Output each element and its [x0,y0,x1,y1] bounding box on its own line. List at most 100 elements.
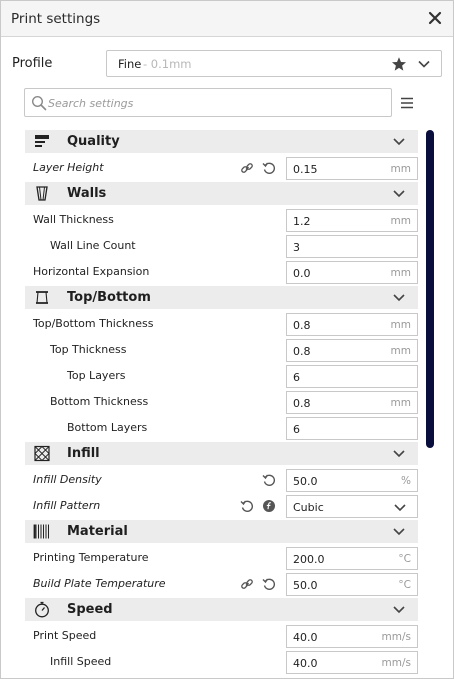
bottom-layers-input[interactable]: 6 [286,417,418,440]
setting-label: Infill Pattern [33,499,101,512]
category-title: Walls [67,186,107,201]
input-unit: °C [398,553,411,565]
chevron-down-icon [393,450,405,458]
top-layers-input[interactable]: 6 [286,365,418,388]
category-top-bottom[interactable]: Top/Bottom [25,286,418,309]
input-value: 50.0 [293,579,318,592]
setting-label: Horizontal Expansion [33,265,150,278]
profile-dropdown[interactable]: Fine - 0.1mm [106,50,442,77]
chevron-down-icon [394,504,406,512]
category-title: Infill [67,446,100,461]
category-title: Top/Bottom [67,290,151,305]
setting-label: Bottom Layers [67,421,148,434]
input-value: 6 [293,371,300,384]
material-icon [33,524,49,539]
setting-label: Layer Height [33,161,104,174]
category-material[interactable]: Material [25,520,418,543]
input-unit: mm/s [381,631,411,643]
setting-row-print-speed: Print Speed 40.0 mm/s [25,623,418,649]
dropdown-value: Cubic [293,501,324,514]
input-value: 50.0 [293,475,318,488]
input-unit: % [401,475,411,487]
wall-thickness-input[interactable]: 1.2 mm [286,209,418,232]
link-icon[interactable] [240,161,254,175]
setting-row-infill-density: Infill Density 50.0 % [25,467,418,493]
reset-icon[interactable] [262,577,276,591]
input-unit: °C [398,579,411,591]
setting-row-wall-line-count: Wall Line Count 3 [25,233,418,259]
setting-row-top-layers: Top Layers 6 [25,363,418,389]
input-value: 40.0 [293,631,318,644]
title-bar: Print settings [1,1,453,37]
layer-height-input[interactable]: 0.15 mm [286,157,418,180]
infill-density-input[interactable]: 50.0 % [286,469,418,492]
category-title: Speed [67,602,113,617]
input-unit: mm [390,345,411,357]
input-value: 200.0 [293,553,325,566]
reset-icon[interactable] [240,499,254,513]
formula-icon[interactable] [262,499,276,513]
build-plate-temperature-input[interactable]: 50.0 °C [286,573,418,596]
speed-icon [35,601,49,618]
category-speed[interactable]: Speed [25,598,418,621]
search-input[interactable]: Search settings [24,88,392,117]
top-thickness-input[interactable]: 0.8 mm [286,339,418,362]
printing-temperature-input[interactable]: 200.0 °C [286,547,418,570]
topbottom-thickness-input[interactable]: 0.8 mm [286,313,418,336]
setting-label: Wall Thickness [33,213,114,226]
chevron-down-icon [393,528,405,536]
bottom-thickness-input[interactable]: 0.8 mm [286,391,418,414]
search-placeholder: Search settings [48,97,134,110]
setting-label: Infill Density [33,473,102,486]
category-walls[interactable]: Walls [25,182,418,205]
chevron-down-icon [393,190,405,198]
setting-row-printing-temperature: Printing Temperature 200.0 °C [25,545,418,571]
category-title: Quality [67,134,120,149]
input-unit: mm [390,267,411,279]
input-value: 6 [293,423,300,436]
category-infill[interactable]: Infill [25,442,418,465]
input-unit: mm/s [381,657,411,669]
infill-icon [34,445,50,462]
profile-detail: - 0.1mm [143,57,192,71]
infill-speed-input[interactable]: 40.0 mm/s [286,651,418,674]
wall-line-count-input[interactable]: 3 [286,235,418,258]
input-value: 3 [293,241,300,254]
print-speed-input[interactable]: 40.0 mm/s [286,625,418,648]
input-value: 0.8 [293,397,311,410]
reset-icon[interactable] [262,161,276,175]
close-icon[interactable] [427,10,443,26]
setting-row-bottom-thickness: Bottom Thickness 0.8 mm [25,389,418,415]
link-icon[interactable] [240,577,254,591]
input-value: 0.0 [293,267,311,280]
input-value: 0.15 [293,163,318,176]
chevron-down-icon [393,294,405,302]
input-value: 0.8 [293,319,311,332]
window-title: Print settings [11,11,101,27]
star-icon[interactable] [391,56,407,72]
horizontal-expansion-input[interactable]: 0.0 mm [286,261,418,284]
profile-name: Fine [118,57,142,71]
walls-icon [36,186,48,201]
infill-pattern-dropdown[interactable]: Cubic [286,495,418,518]
category-quality[interactable]: Quality [25,130,418,153]
input-value: 0.8 [293,345,311,358]
input-value: 1.2 [293,215,311,228]
hamburger-menu-icon[interactable] [400,97,414,109]
setting-label: Build Plate Temperature [33,577,166,590]
setting-row-bottom-layers: Bottom Layers 6 [25,415,418,441]
reset-icon[interactable] [262,473,276,487]
chevron-down-icon [418,60,430,68]
input-unit: mm [390,397,411,409]
input-unit: mm [390,319,411,331]
setting-label: Print Speed [33,629,97,642]
setting-label: Bottom Thickness [50,395,149,408]
setting-label: Infill Speed [50,655,112,668]
scrollbar[interactable] [426,130,434,448]
input-unit: mm [390,215,411,227]
setting-row-top-thickness: Top Thickness 0.8 mm [25,337,418,363]
setting-label: Wall Line Count [50,239,136,252]
setting-row-infill-speed: Infill Speed 40.0 mm/s [25,649,418,675]
input-unit: mm [390,163,411,175]
profile-label: Profile [12,56,53,71]
